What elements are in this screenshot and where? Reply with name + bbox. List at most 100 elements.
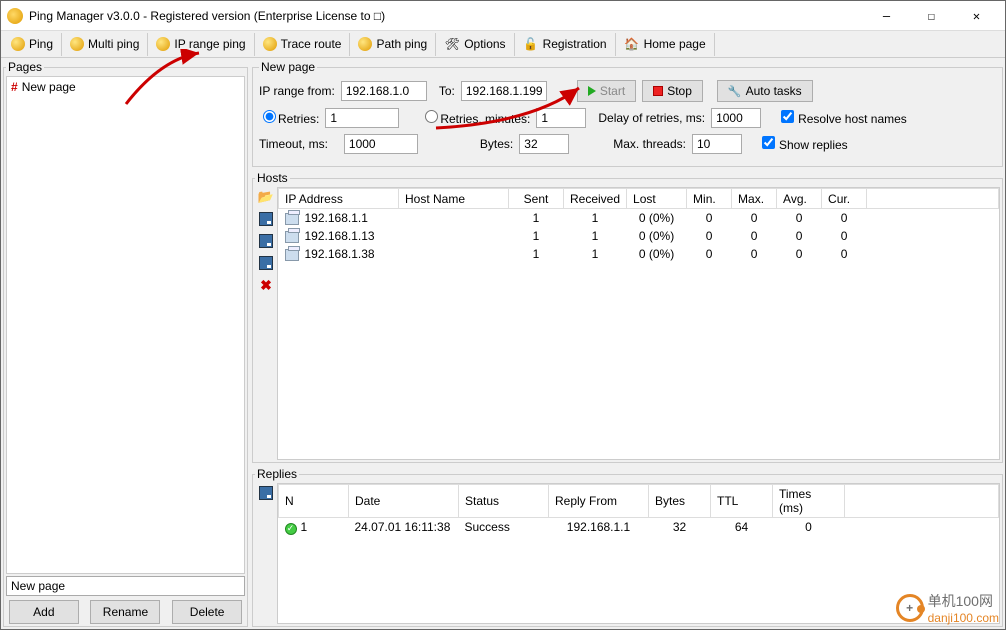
- col-lost[interactable]: Lost: [627, 189, 687, 209]
- save-icon-3[interactable]: [258, 255, 274, 271]
- table-row[interactable]: ✓124.07.01 16:11:38Success192.168.1.1326…: [279, 518, 999, 537]
- host-icon: [285, 231, 299, 243]
- maximize-button[interactable]: ☐: [909, 1, 954, 30]
- ping-icon: [70, 37, 84, 51]
- col-recv[interactable]: Received: [564, 189, 627, 209]
- col-times[interactable]: Times (ms): [773, 485, 845, 518]
- hosts-legend: Hosts: [255, 171, 290, 185]
- tab-ip-range-ping[interactable]: IP range ping: [148, 33, 254, 56]
- replies-panel: Replies N Date Status Reply From Bytes T…: [252, 467, 1003, 627]
- pages-panel: Pages # New page Add Rename Delete: [3, 60, 248, 627]
- resolve-checkbox[interactable]: [781, 110, 794, 123]
- minimize-button[interactable]: —: [864, 1, 909, 30]
- retries-radio[interactable]: [263, 110, 276, 123]
- home-icon: [624, 36, 640, 52]
- save-icon-2[interactable]: [258, 233, 274, 249]
- col-max[interactable]: Max.: [732, 189, 777, 209]
- col-from[interactable]: Reply From: [549, 485, 649, 518]
- pages-legend: Pages: [6, 60, 44, 74]
- col-avg[interactable]: Avg.: [777, 189, 822, 209]
- col-min[interactable]: Min.: [687, 189, 732, 209]
- close-button[interactable]: ✕: [954, 1, 999, 30]
- timeout-input[interactable]: [344, 134, 418, 154]
- maxthreads-input[interactable]: [692, 134, 742, 154]
- delay-label: Delay of retries, ms:: [598, 111, 705, 125]
- retries-min-radio-label[interactable]: Retries, minutes:: [421, 110, 530, 126]
- stop-button[interactable]: Stop: [642, 80, 703, 102]
- wand-icon: [728, 84, 742, 98]
- lock-icon: [523, 36, 539, 52]
- table-row[interactable]: 192.168.1.38110 (0%)0000: [279, 245, 999, 263]
- hosts-panel: Hosts ✖ IP Address Host Name Sent Recei: [252, 171, 1003, 463]
- tab-registration[interactable]: Registration: [515, 33, 616, 56]
- showreplies-checkbox[interactable]: [762, 136, 775, 149]
- window-title: Ping Manager v3.0.0 - Registered version…: [29, 9, 864, 23]
- retries-min-input[interactable]: [536, 108, 586, 128]
- host-icon: [285, 213, 299, 225]
- add-button[interactable]: Add: [9, 600, 79, 624]
- new-page-panel: New page IP range from: To: Start Stop A…: [252, 60, 1003, 167]
- toolbar: Ping Multi ping IP range ping Trace rout…: [1, 31, 1005, 58]
- wrench-icon: [444, 36, 460, 52]
- rename-button[interactable]: Rename: [90, 600, 160, 624]
- col-ttl[interactable]: TTL: [711, 485, 773, 518]
- titlebar: Ping Manager v3.0.0 - Registered version…: [1, 1, 1005, 31]
- auto-tasks-button[interactable]: Auto tasks: [717, 80, 813, 102]
- retries-input[interactable]: [325, 108, 399, 128]
- tab-trace-route[interactable]: Trace route: [255, 33, 351, 56]
- bytes-input[interactable]: [519, 134, 569, 154]
- tab-home-page[interactable]: Home page: [616, 33, 715, 56]
- ping-icon: [263, 37, 277, 51]
- retries-radio-label[interactable]: Retries:: [259, 110, 319, 126]
- delay-input[interactable]: [711, 108, 761, 128]
- page-item[interactable]: # New page: [9, 79, 242, 95]
- replies-legend: Replies: [255, 467, 299, 481]
- timeout-label: Timeout, ms:: [259, 137, 328, 151]
- page-name-input[interactable]: [6, 576, 245, 596]
- page-item-label: New page: [22, 80, 76, 94]
- delete-icon[interactable]: ✖: [258, 277, 274, 293]
- ping-icon: [156, 37, 170, 51]
- start-button[interactable]: Start: [577, 80, 636, 102]
- col-sent[interactable]: Sent: [509, 189, 564, 209]
- resolve-check-label[interactable]: Resolve host names: [781, 110, 907, 126]
- ping-icon: [358, 37, 372, 51]
- hosts-grid[interactable]: IP Address Host Name Sent Received Lost …: [277, 187, 1000, 460]
- col-status[interactable]: Status: [459, 485, 549, 518]
- tab-multi-ping[interactable]: Multi ping: [62, 33, 148, 56]
- retries-min-radio[interactable]: [425, 110, 438, 123]
- col-host[interactable]: Host Name: [399, 189, 509, 209]
- host-icon: [285, 249, 299, 261]
- stop-icon: [653, 86, 663, 96]
- table-row[interactable]: 192.168.1.13110 (0%)0000: [279, 227, 999, 245]
- app-icon: [7, 8, 23, 24]
- new-page-legend: New page: [259, 60, 317, 74]
- hash-icon: #: [11, 80, 18, 94]
- delete-button[interactable]: Delete: [172, 600, 242, 624]
- bytes-label: Bytes:: [480, 137, 513, 151]
- pages-list[interactable]: # New page: [6, 76, 245, 574]
- ip-to-input[interactable]: [461, 81, 547, 101]
- ping-icon: [11, 37, 25, 51]
- play-icon: [588, 86, 596, 96]
- ip-from-label: IP range from:: [259, 84, 335, 98]
- replies-grid[interactable]: N Date Status Reply From Bytes TTL Times…: [277, 483, 1000, 624]
- showreplies-check-label[interactable]: Show replies: [762, 136, 848, 152]
- tab-ping[interactable]: Ping: [3, 33, 62, 56]
- maxthreads-label: Max. threads:: [613, 137, 686, 151]
- ip-from-input[interactable]: [341, 81, 427, 101]
- col-date[interactable]: Date: [349, 485, 459, 518]
- table-row[interactable]: 192.168.1.1110 (0%)0000: [279, 209, 999, 228]
- save-replies-icon[interactable]: [258, 485, 274, 501]
- open-folder-icon[interactable]: [258, 189, 274, 205]
- col-bytes[interactable]: Bytes: [649, 485, 711, 518]
- tab-path-ping[interactable]: Path ping: [350, 33, 436, 56]
- col-n[interactable]: N: [279, 485, 349, 518]
- col-cur[interactable]: Cur.: [822, 189, 867, 209]
- save-icon-1[interactable]: [258, 211, 274, 227]
- tab-options[interactable]: Options: [436, 33, 514, 56]
- success-icon: ✓: [285, 523, 297, 535]
- app-window: Ping Manager v3.0.0 - Registered version…: [0, 0, 1006, 630]
- ip-to-label: To:: [439, 84, 455, 98]
- col-ip[interactable]: IP Address: [279, 189, 399, 209]
